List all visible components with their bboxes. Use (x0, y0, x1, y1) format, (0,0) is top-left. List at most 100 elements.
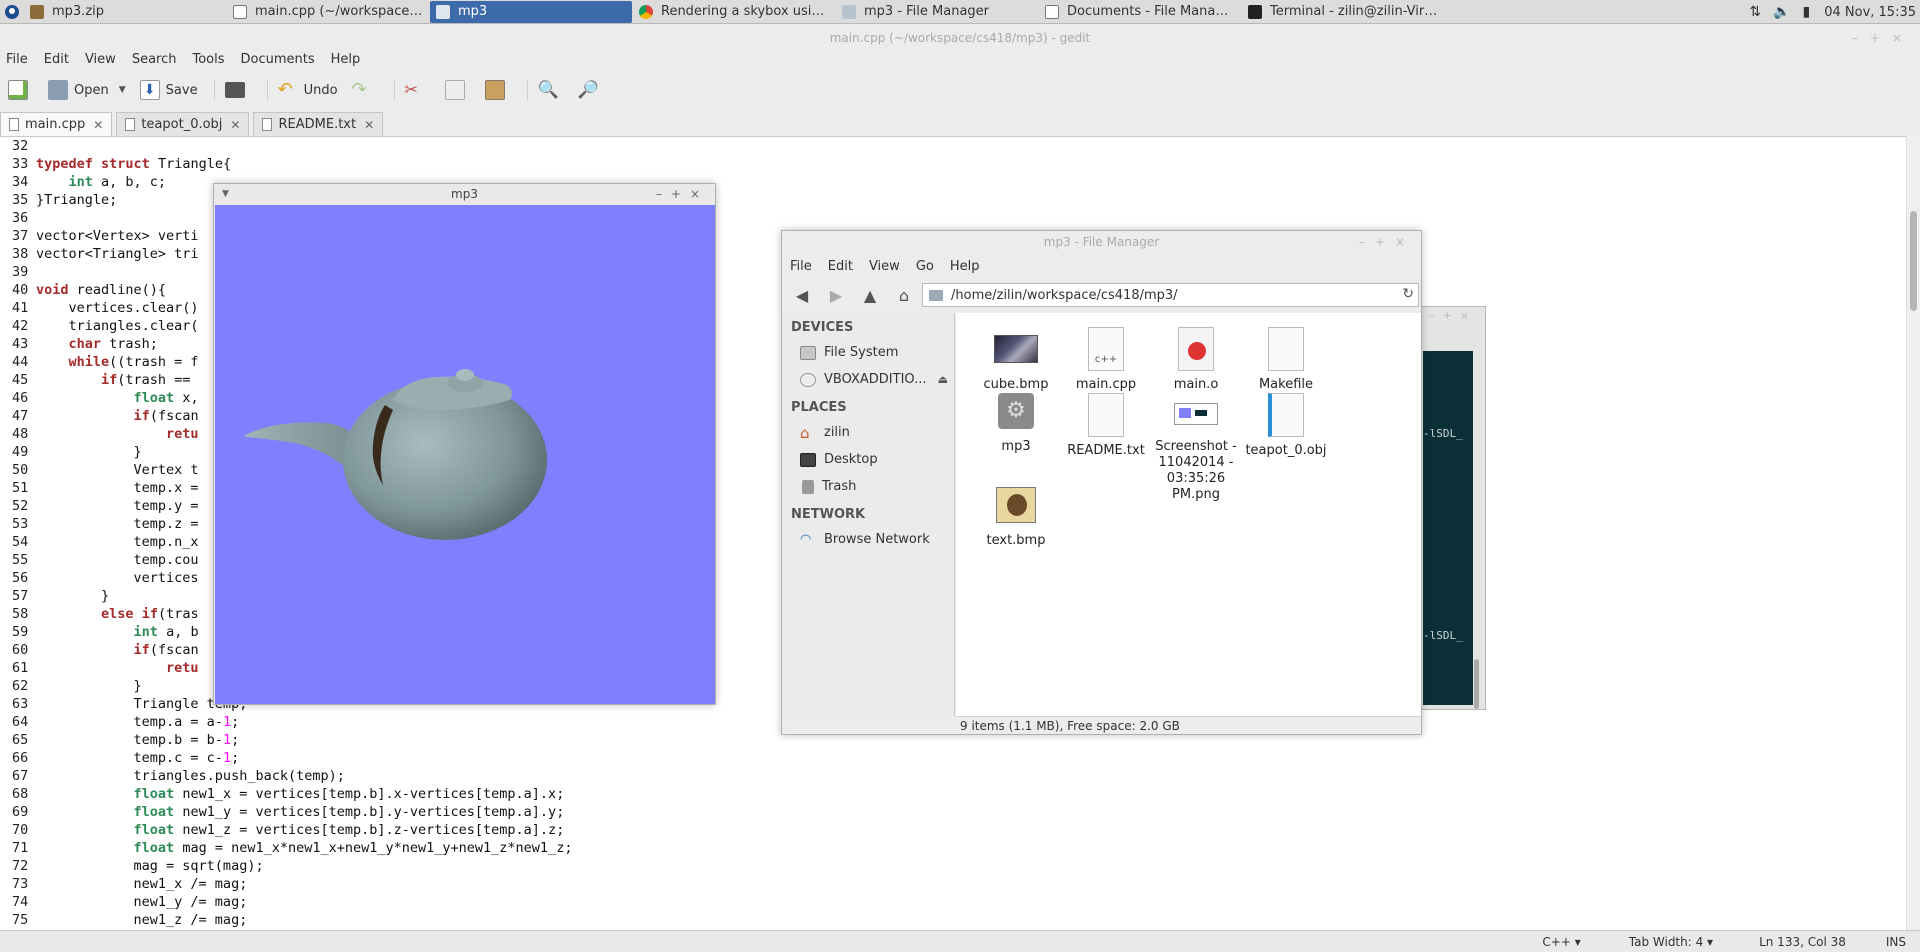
tab-teapot-obj[interactable]: teapot_0.obj ✕ (116, 112, 250, 136)
window-menu-icon[interactable]: ▼ (222, 184, 229, 205)
close-icon[interactable]: ✕ (93, 118, 103, 132)
eject-icon[interactable]: ⏏ (938, 373, 948, 386)
paste-button[interactable] (484, 80, 511, 100)
reload-icon[interactable]: ↻ (1402, 286, 1414, 302)
tab-readme-txt[interactable]: README.txt ✕ (253, 112, 384, 136)
menu-edit[interactable]: Edit (828, 259, 853, 274)
code-line[interactable]: 70 float new1_z = vertices[temp.b].z-ver… (12, 821, 572, 839)
file-item-main-o[interactable]: main.o (1146, 327, 1246, 393)
terminal-output[interactable]: -lSDL_ -lSDL_ (1423, 351, 1473, 705)
file-manager-window[interactable]: mp3 - File Manager –+× File Edit View Go … (781, 230, 1422, 735)
new-button[interactable] (8, 80, 34, 100)
sidebar-item-home[interactable]: ⌂ zilin (782, 419, 954, 446)
tab-main-cpp[interactable]: main.cpp ✕ (0, 112, 113, 136)
line-text: mag = sqrt(mag); (36, 858, 264, 874)
task-gedit[interactable]: main.cpp (~/workspace/cs... (227, 1, 429, 23)
file-item-cube-bmp[interactable]: cube.bmp (966, 327, 1066, 393)
find-button[interactable]: 🔍 (538, 80, 564, 100)
file-manager-title-bar[interactable]: mp3 - File Manager –+× (782, 231, 1421, 253)
code-line[interactable]: 72 mag = sqrt(mag); (12, 857, 572, 875)
volume-icon[interactable]: 🔈 (1773, 4, 1790, 20)
save-button[interactable]: ⬇ Save (139, 80, 198, 100)
window-controls[interactable]: –+× (656, 184, 709, 205)
redo-button[interactable]: ↷ (352, 80, 378, 100)
sidebar-item-desktop[interactable]: Desktop (782, 446, 954, 473)
menu-view[interactable]: View (869, 259, 900, 274)
open-button[interactable]: Open ▼ (48, 80, 126, 100)
mp3-title-bar[interactable]: ▼ mp3 –+× (214, 184, 715, 205)
code-line[interactable]: 75 new1_z /= mag; (12, 911, 572, 929)
sidebar-item-vboxadditions[interactable]: VBOXADDITIO... ⏏ (782, 366, 954, 393)
print-button[interactable] (224, 82, 251, 98)
code-line[interactable]: 64 temp.a = a-1; (12, 713, 572, 731)
code-line[interactable]: 32 (12, 137, 572, 155)
menu-search[interactable]: Search (132, 52, 177, 67)
forward-button[interactable]: ▶ (824, 284, 848, 306)
menu-help[interactable]: Help (950, 259, 980, 274)
menu-view[interactable]: View (85, 52, 116, 67)
file-item-makefile[interactable]: Makefile (1236, 327, 1336, 393)
copy-button[interactable] (444, 80, 471, 100)
editor-scrollbar[interactable] (1906, 136, 1920, 930)
tab-width-selector[interactable]: Tab Width: 4 ▾ (1605, 935, 1713, 949)
back-button[interactable]: ◀ (790, 284, 814, 306)
cut-button[interactable]: ✂ (405, 80, 431, 100)
window-controls[interactable]: –+× (1359, 231, 1415, 253)
task-file-manager-mp3[interactable]: mp3 - File Manager (836, 1, 1038, 23)
home-button[interactable]: ⌂ (892, 284, 916, 306)
file-manager-menu-bar: File Edit View Go Help (782, 255, 995, 277)
line-number: 45 (12, 372, 29, 388)
mp3-window[interactable]: ▼ mp3 –+× (213, 183, 716, 705)
sidebar-item-trash[interactable]: Trash (782, 473, 954, 500)
clock[interactable]: 04 Nov, 15:35 (1824, 5, 1916, 20)
language-selector[interactable]: C++ ▾ (1518, 935, 1580, 949)
network-icon[interactable]: ⇅ (1749, 4, 1761, 20)
menu-documents[interactable]: Documents (241, 52, 315, 67)
line-text: temp.n_x (36, 534, 199, 550)
sidebar-item-file-system[interactable]: File System (782, 339, 954, 366)
close-icon[interactable]: ✕ (230, 118, 240, 132)
code-line[interactable]: 65 temp.b = b-1; (12, 731, 572, 749)
code-line[interactable]: 71 float mag = new1_x*new1_x+new1_y*new1… (12, 839, 572, 857)
close-icon[interactable]: ✕ (364, 118, 374, 132)
menu-file[interactable]: File (6, 52, 28, 67)
window-controls[interactable]: –+× (1852, 25, 1914, 52)
cut-icon: ✂ (404, 80, 418, 99)
code-line[interactable]: 73 new1_x /= mag; (12, 875, 572, 893)
location-bar[interactable]: /home/zilin/workspace/cs418/mp3/ ↻ (922, 283, 1419, 307)
file-item-mp3[interactable]: ⚙ mp3 (966, 393, 1066, 455)
file-item-text-bmp[interactable]: text.bmp (966, 487, 1066, 549)
scrollbar-thumb[interactable] (1910, 211, 1917, 311)
task-terminal[interactable]: Terminal - zilin@zilin-Virtua... (1242, 1, 1444, 23)
terminal-scrollbar[interactable] (1474, 659, 1479, 709)
file-item-teapot-obj[interactable]: teapot_0.obj (1236, 393, 1336, 459)
code-line[interactable]: 68 float new1_x = vertices[temp.b].x-ver… (12, 785, 572, 803)
file-view[interactable]: cube.bmp c++ main.cpp main.o Makefile ⚙ … (956, 313, 1421, 716)
task-mp3-zip[interactable]: mp3.zip (24, 1, 226, 23)
replace-button[interactable]: 🔎 (578, 80, 604, 100)
undo-button[interactable]: ↶ Undo (278, 80, 338, 100)
task-mp3[interactable]: mp3 (430, 0, 632, 23)
menu-help[interactable]: Help (331, 52, 361, 67)
battery-icon[interactable]: ▮ (1803, 4, 1811, 20)
line-number: 55 (12, 552, 29, 568)
code-line[interactable]: 67 triangles.push_back(temp); (12, 767, 572, 785)
applications-menu-button[interactable] (0, 0, 24, 24)
search-icon: 🔍 (537, 80, 559, 100)
opengl-canvas[interactable] (215, 205, 715, 704)
up-button[interactable]: ▲ (858, 284, 882, 306)
menu-edit[interactable]: Edit (44, 52, 69, 67)
menu-go[interactable]: Go (916, 259, 934, 274)
code-line[interactable]: 33 typedef struct Triangle{ (12, 155, 572, 173)
code-line[interactable]: 74 new1_y /= mag; (12, 893, 572, 911)
file-item-screenshot[interactable]: Screenshot - 11042014 - 03:35:26 PM.png (1141, 393, 1251, 503)
task-chrome[interactable]: Rendering a skybox using ... (633, 1, 835, 23)
menu-tools[interactable]: Tools (192, 52, 224, 67)
code-line[interactable]: 69 float new1_y = vertices[temp.b].y-ver… (12, 803, 572, 821)
code-line[interactable]: 66 temp.c = c-1; (12, 749, 572, 767)
chevron-down-icon[interactable]: ▼ (119, 85, 126, 95)
menu-file[interactable]: File (790, 259, 812, 274)
sidebar-item-browse-network[interactable]: ◠ Browse Network (782, 526, 954, 553)
task-file-manager-documents[interactable]: Documents - File Manager (1039, 1, 1241, 23)
file-item-main-cpp[interactable]: c++ main.cpp (1056, 327, 1156, 393)
